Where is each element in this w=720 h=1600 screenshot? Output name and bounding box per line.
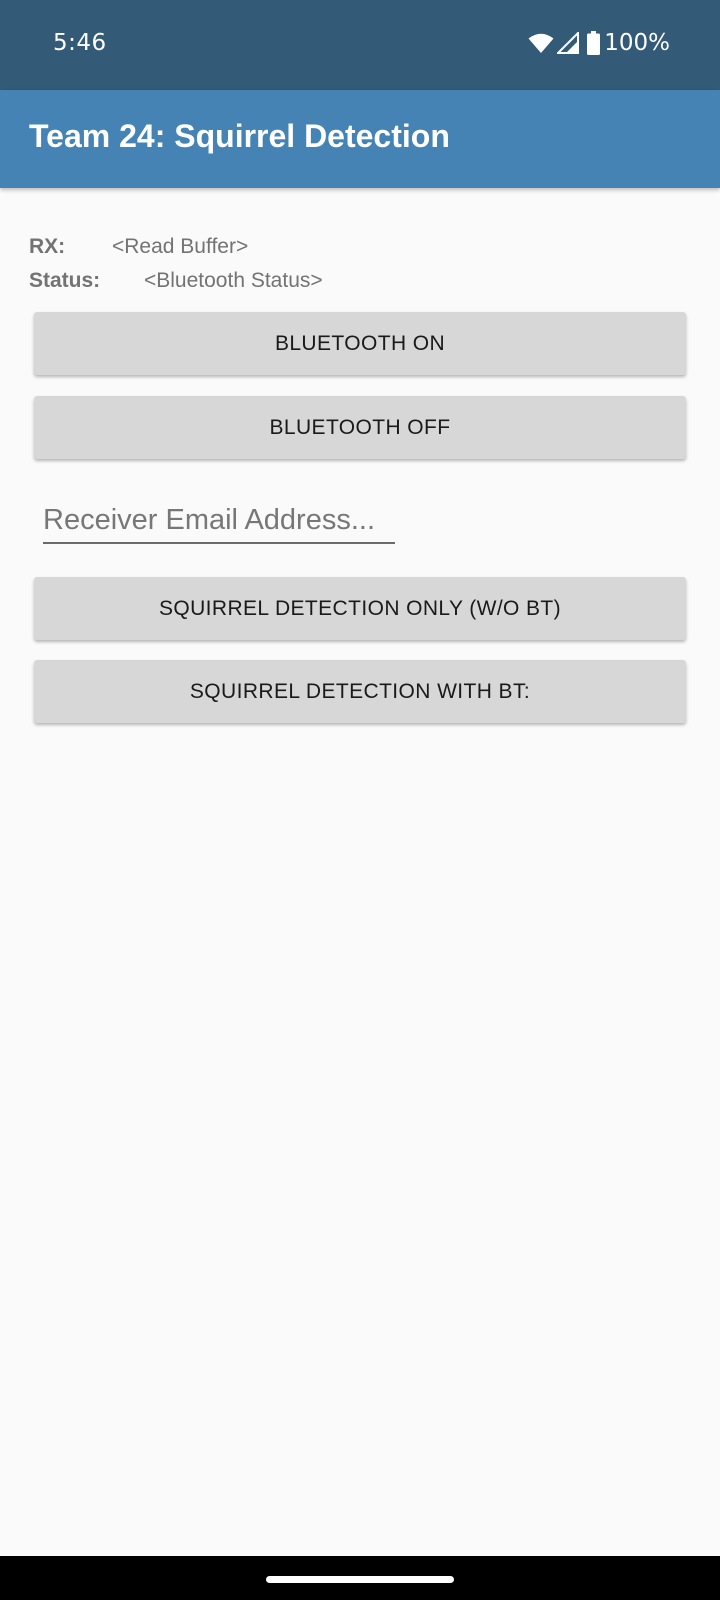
status-value: <Bluetooth Status>: [144, 269, 323, 292]
battery-percent: 100%: [604, 30, 670, 56]
bluetooth-off-button[interactable]: BLUETOOTH OFF: [34, 396, 686, 459]
status-row: Status: <Bluetooth Status>: [29, 269, 323, 293]
bluetooth-on-button[interactable]: BLUETOOTH ON: [34, 312, 686, 375]
rx-row: RX: <Read Buffer>: [29, 235, 248, 259]
status-bar: 5:46 100%: [0, 0, 720, 90]
app-title: Team 24: Squirrel Detection: [29, 118, 450, 154]
home-gesture-handle[interactable]: [266, 1576, 454, 1583]
status-icons: 100%: [528, 26, 670, 60]
battery-icon: [587, 31, 601, 55]
status-label: Status:: [29, 269, 101, 292]
rx-label: RX:: [29, 235, 66, 258]
squirrel-detection-with-bt-button[interactable]: SQUIRREL DETECTION WITH BT:: [34, 660, 686, 723]
wifi-icon: [528, 32, 554, 54]
receiver-email-input[interactable]: [43, 498, 395, 544]
cell-signal-icon: [557, 32, 580, 54]
app-bar: Team 24: Squirrel Detection: [0, 90, 720, 188]
status-time: 5:46: [53, 30, 107, 56]
rx-value: <Read Buffer>: [112, 235, 249, 258]
navigation-bar: [0, 1556, 720, 1600]
squirrel-detection-only-button[interactable]: SQUIRREL DETECTION ONLY (W/O BT): [34, 577, 686, 640]
